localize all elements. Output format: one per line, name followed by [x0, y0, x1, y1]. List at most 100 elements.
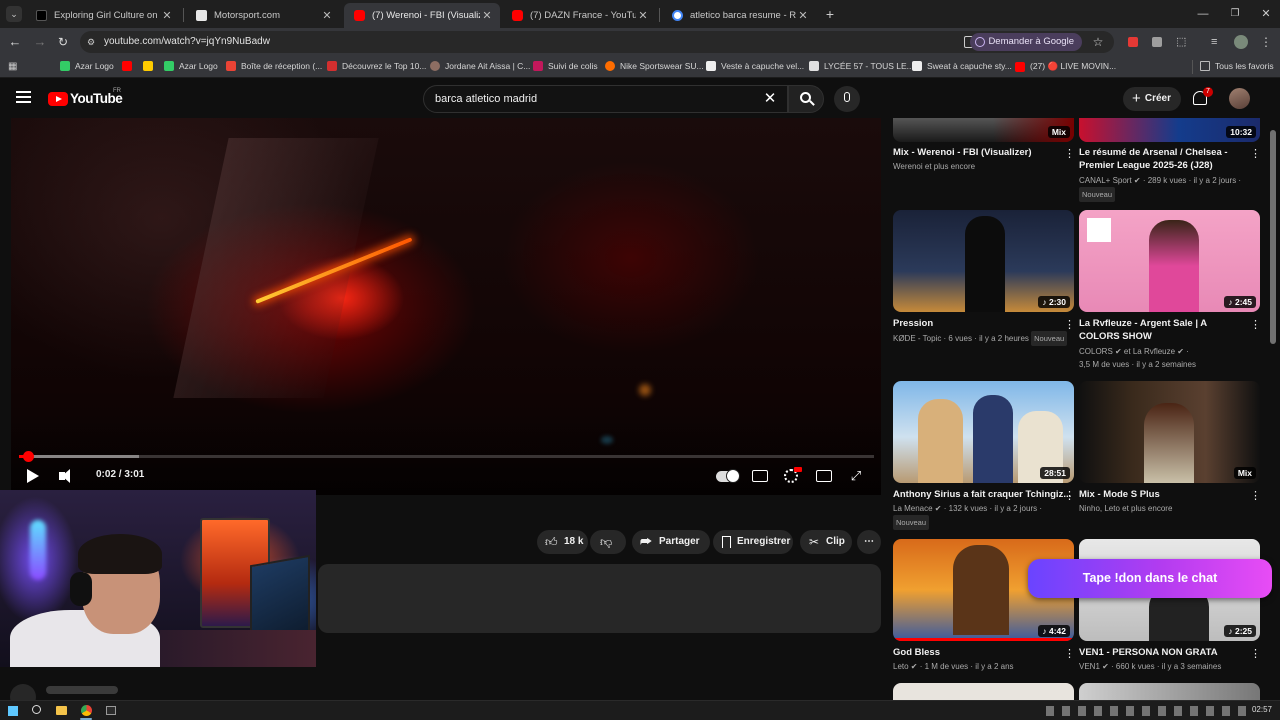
all-favorites-button[interactable]: Tous les favoris [1200, 61, 1274, 71]
autoplay-toggle[interactable] [716, 467, 740, 485]
miniplayer-button[interactable] [815, 467, 833, 485]
close-icon[interactable]: ✕ [796, 9, 810, 22]
video-title[interactable]: Mix - Mode S Plus [1079, 488, 1243, 501]
voice-search-button[interactable] [834, 86, 860, 112]
bookmark-item[interactable] [122, 61, 137, 71]
forward-button[interactable]: → [32, 34, 48, 50]
chrome-icon[interactable] [81, 705, 92, 716]
extension-icon[interactable] [1152, 37, 1162, 47]
save-button[interactable]: Enregistrer [713, 530, 793, 554]
hamburger-menu-icon[interactable] [16, 91, 32, 105]
more-options-icon[interactable]: ⋮ [1250, 318, 1261, 332]
bookmark-item[interactable]: Nike Sportswear SU... [605, 61, 704, 71]
bookmark-item[interactable]: Boîte de réception (... [226, 61, 322, 71]
bookmark-item[interactable]: LYCÉE 57 - TOUS LE... [809, 61, 914, 71]
video-thumbnail[interactable]: 10:32 [1079, 118, 1260, 142]
more-options-icon[interactable]: ⋮ [1064, 318, 1075, 332]
tab-google-search[interactable]: atletico barca resume - Recherche Google… [662, 3, 816, 28]
bookmark-item[interactable]: Azar Logo [60, 61, 114, 71]
file-explorer-icon[interactable] [56, 706, 67, 715]
video-thumbnail[interactable]: ♪ 2:45 [1079, 210, 1260, 312]
reading-list-icon[interactable]: ≡ [1211, 36, 1223, 48]
more-options-icon[interactable]: ⋮ [1250, 489, 1261, 503]
close-icon[interactable]: ✕ [320, 9, 334, 22]
close-icon[interactable]: ✕ [160, 9, 174, 22]
apps-grid-icon[interactable]: ▦ [8, 61, 19, 72]
extensions-puzzle-icon[interactable]: ⬚ [1176, 36, 1188, 48]
reload-button[interactable]: ↻ [55, 34, 71, 50]
site-info-icon[interactable]: ⚙ [87, 36, 99, 48]
share-button[interactable]: ⮫ Partager [632, 530, 710, 554]
video-title[interactable]: Mix - Werenoi - FBI (Visualizer) [893, 146, 1057, 159]
subtitles-button[interactable] [751, 467, 769, 485]
tab-search-button[interactable]: ⌄ [6, 6, 22, 22]
progress-bar[interactable] [19, 451, 874, 462]
profile-avatar[interactable] [1234, 35, 1248, 49]
fullscreen-button[interactable]: ⤢ [847, 467, 865, 485]
video-title[interactable]: La Rvfleuze - Argent Sale | A COLORS SHO… [1079, 317, 1243, 343]
bookmark-item[interactable]: Sweat à capuche sty... [912, 61, 1012, 71]
address-bar[interactable]: ⚙ youtube.com/watch?v=jqYn9NuBadw Demand… [80, 31, 1114, 53]
bookmark-item[interactable]: Azar Logo [164, 61, 218, 71]
more-options-icon[interactable]: ⋮ [1250, 147, 1261, 161]
video-thumbnail[interactable] [893, 683, 1074, 700]
video-thumbnail[interactable]: Mix [893, 118, 1074, 142]
clear-search-icon[interactable]: ✕ [763, 91, 777, 107]
bookmark-item[interactable] [143, 61, 158, 71]
new-tab-button[interactable]: + [822, 6, 838, 22]
video-thumbnail[interactable]: Mix [1079, 381, 1260, 483]
minimize-button[interactable]: — [1195, 7, 1211, 21]
extension-icon[interactable] [1128, 37, 1138, 47]
more-options-icon[interactable]: ⋮ [1250, 647, 1261, 661]
settings-button[interactable] [782, 467, 802, 485]
bookmark-item[interactable]: (27) 🔴 LIVE MOVIN... [1015, 61, 1116, 72]
search-input[interactable]: barca atletico madrid ✕ [423, 85, 788, 113]
clip-button[interactable]: ✂ Clip [800, 530, 852, 554]
description-box[interactable] [318, 564, 881, 633]
like-button[interactable]: 👍︎ 18 k [537, 530, 588, 554]
video-title[interactable]: Le résumé de Arsenal / Chelsea - Premier… [1079, 146, 1243, 172]
tab-werenoi-youtube[interactable]: (7) Werenoi - FBI (Visualizer) - YouTube… [344, 3, 500, 28]
tab-tiktok[interactable]: Exploring Girl Culture on TikTok ✕ [26, 3, 180, 28]
browser-menu-icon[interactable]: ⋮ [1260, 34, 1272, 50]
ask-google-button[interactable]: Demander à Google [970, 33, 1082, 51]
video-thumbnail[interactable] [1079, 683, 1260, 700]
bookmark-item[interactable]: Suivi de colis [533, 61, 598, 71]
volume-button[interactable] [57, 467, 75, 485]
video-title[interactable]: Anthony Sirius a fait craquer Tchingiz..… [893, 488, 1071, 501]
bookmark-star-icon[interactable]: ☆ [1091, 34, 1105, 50]
page-scrollbar[interactable] [1270, 130, 1276, 344]
play-button[interactable] [23, 467, 41, 485]
video-title[interactable]: God Bless [893, 646, 1057, 659]
bookmark-item[interactable]: Jordane Ait Aissa | C... [430, 61, 530, 71]
search-button[interactable] [788, 85, 824, 113]
close-window-button[interactable]: ✕ [1258, 7, 1274, 21]
video-channel[interactable]: Ninho, Leto et plus encore [1079, 502, 1249, 515]
back-button[interactable]: ← [7, 34, 23, 50]
close-icon[interactable]: ✕ [480, 9, 494, 22]
tray-icons[interactable] [1046, 706, 1246, 716]
video-thumbnail[interactable]: ♪ 2:30 [893, 210, 1074, 312]
more-options-icon[interactable]: ⋮ [1064, 647, 1075, 661]
more-options-icon[interactable]: ⋮ [1064, 489, 1075, 503]
restore-button[interactable]: ❐ [1227, 7, 1243, 21]
bookmark-item[interactable]: Veste à capuche vel... [706, 61, 804, 71]
video-title[interactable]: Pression [893, 317, 1057, 330]
terminal-icon[interactable] [106, 706, 116, 715]
create-button[interactable]: + Créer [1123, 87, 1181, 111]
video-player[interactable]: 0:02 / 3:01 ⤢ [11, 118, 881, 495]
bookmark-item[interactable]: Découvrez le Top 10... [327, 61, 426, 71]
dislike-button[interactable]: 👎︎ [590, 530, 626, 554]
tab-dazn-youtube[interactable]: (7) DAZN France - YouTube ✕ [502, 3, 656, 28]
search-icon[interactable] [32, 705, 41, 714]
video-title[interactable]: VEN1 - PERSONA NON GRATA [1079, 646, 1243, 659]
video-thumbnail[interactable]: 28:51 [893, 381, 1074, 483]
close-icon[interactable]: ✕ [636, 9, 650, 22]
more-options-icon[interactable]: ⋮ [1064, 147, 1075, 161]
tab-motorsport[interactable]: Motorsport.com ✕ [186, 3, 340, 28]
video-channel[interactable]: COLORS ✔ et La Rvfleuze ✔ · [1079, 345, 1249, 358]
windows-start-icon[interactable] [8, 706, 18, 716]
account-avatar[interactable] [1229, 88, 1250, 109]
video-channel[interactable]: Werenoi et plus encore [893, 160, 1063, 173]
more-actions-button[interactable]: ⋯ [857, 530, 881, 554]
